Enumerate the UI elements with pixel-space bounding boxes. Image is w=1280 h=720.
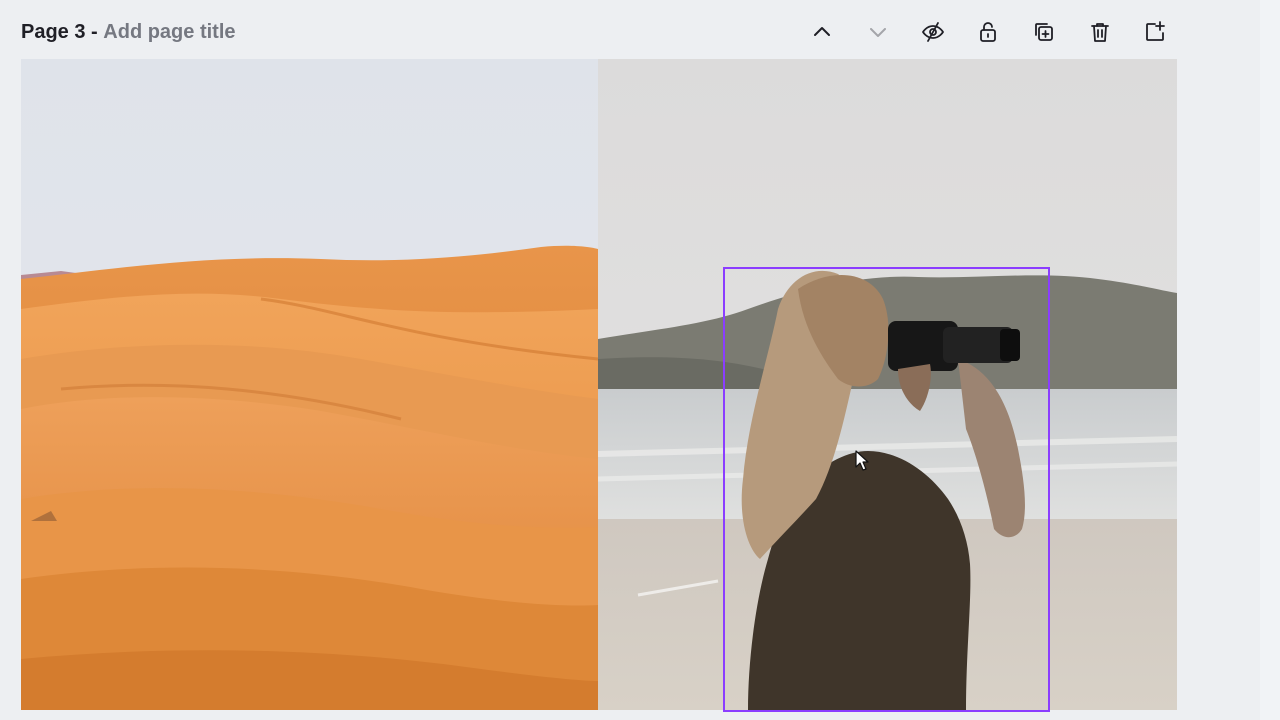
duplicate-page-button[interactable] [1028,16,1060,48]
trash-icon [1091,23,1109,42]
duplicate-page-icon [1035,23,1053,41]
page-title-separator: - [91,21,98,43]
desert-dunes-photo[interactable] [21,59,598,710]
scrollbar-track[interactable] [1260,0,1280,720]
page-header: Page 3 - Add page title [0,0,1280,60]
add-page-icon [1146,21,1165,41]
chevron-down-icon [870,28,886,37]
page-title-input[interactable]: Add page title [103,21,235,43]
image-selection-box[interactable] [723,267,1050,712]
mouse-pointer-icon [855,450,869,471]
page-number-label: Page 3 [21,21,86,43]
unlock-icon [980,22,996,42]
hide-page-button[interactable] [917,16,949,48]
add-page-button[interactable] [1139,16,1171,48]
page-title: Page 3 - Add page title [21,19,236,45]
move-page-up-button[interactable] [806,16,838,48]
lock-page-button[interactable] [972,16,1004,48]
eye-slash-icon [922,22,944,42]
delete-page-button[interactable] [1084,16,1116,48]
desert-dunes-illustration [21,59,598,710]
move-page-down-button[interactable] [862,16,894,48]
chevron-up-icon [814,27,830,36]
